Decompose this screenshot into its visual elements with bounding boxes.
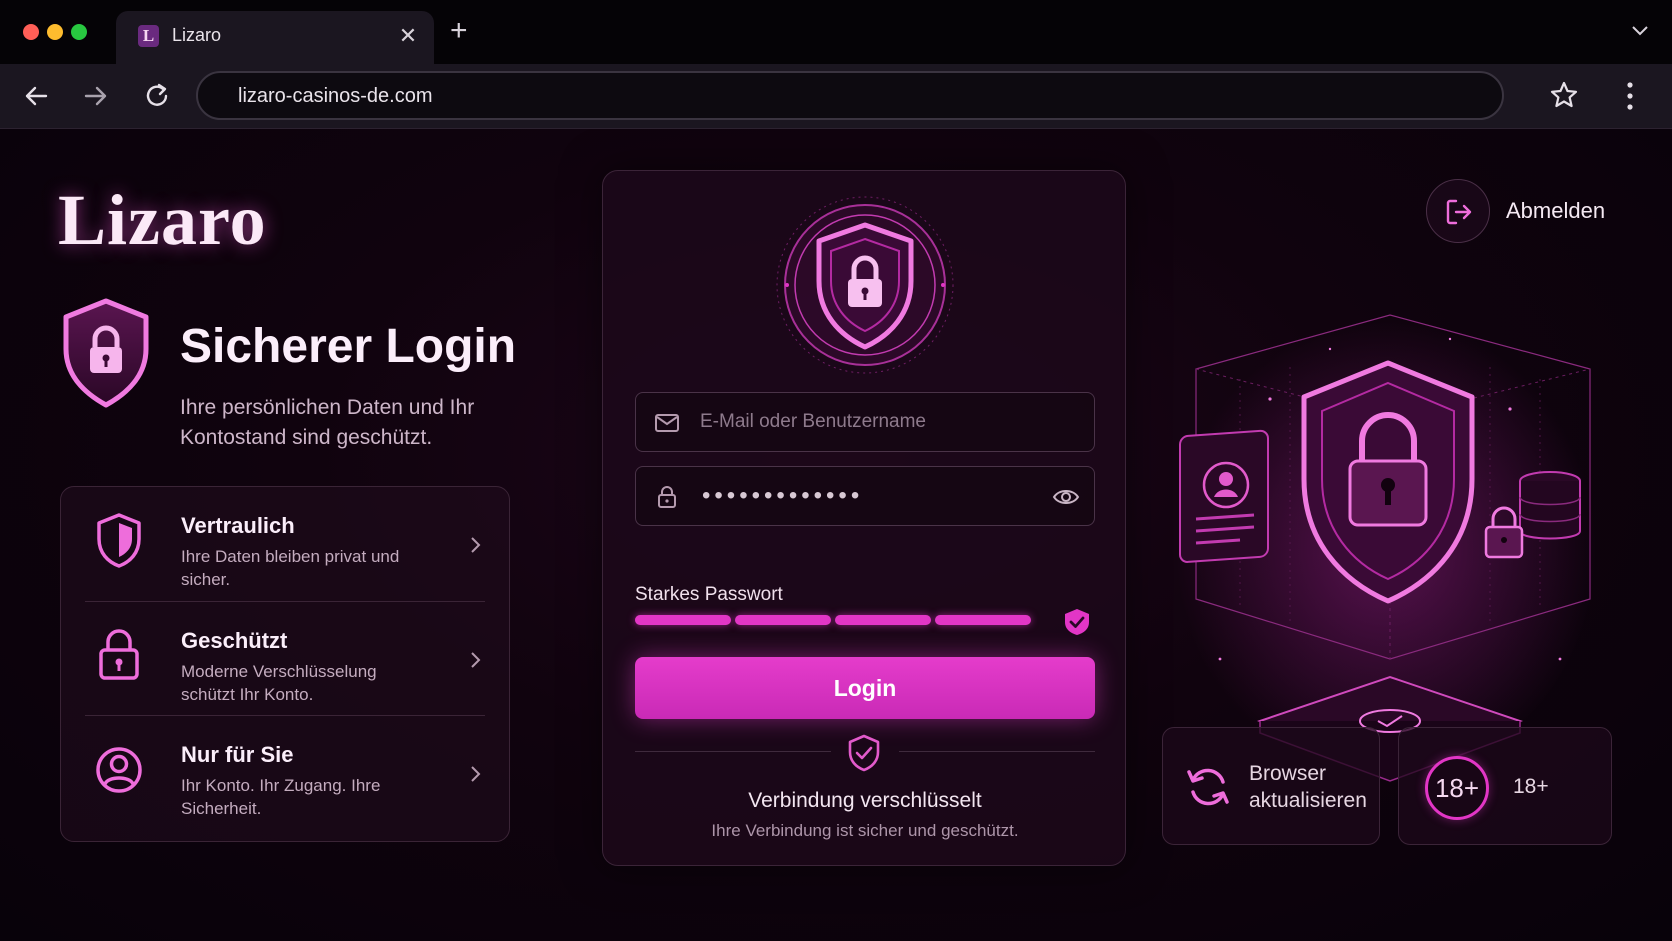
tab-close-icon[interactable]: ✕: [398, 23, 418, 49]
chevron-right-icon: [471, 652, 481, 668]
feature-list: Vertraulich Ihre Daten bleiben privat un…: [60, 486, 510, 842]
feature-description: Ihre Daten bleiben privat und sicher.: [181, 547, 400, 589]
feature-title: Vertraulich: [181, 513, 295, 538]
browser-menu-kebab-icon[interactable]: [1620, 79, 1640, 113]
bookmark-star-icon[interactable]: [1548, 79, 1580, 111]
password-input[interactable]: •••••••••••••: [702, 483, 863, 509]
show-password-eye-icon[interactable]: [1052, 487, 1080, 507]
page-content: Lizaro Sicherer Login Ihre persönlichen …: [0, 129, 1672, 941]
lock-icon: [99, 629, 139, 680]
shield-lock-emblem-icon: [776, 196, 954, 374]
tab-list-chevron-down-icon[interactable]: [1628, 18, 1652, 42]
password-field[interactable]: •••••••••••••: [635, 466, 1095, 526]
browser-tab-bar: L Lizaro ✕ +: [0, 0, 1672, 64]
logout-icon-circle: [1426, 179, 1490, 243]
divider: [635, 751, 831, 752]
address-bar[interactable]: lizaro-casinos-de.com: [196, 71, 1504, 120]
mail-icon: [655, 414, 679, 432]
tab-title: Lizaro: [172, 25, 222, 45]
shield-lock-icon: [63, 298, 149, 408]
shield-icon: [97, 513, 141, 568]
password-strength-segment: [635, 615, 731, 625]
login-card: ••••••••••••• Starkes Passwort Login Ver…: [602, 170, 1126, 866]
feature-item-vertraulich[interactable]: Vertraulich Ihre Daten bleiben privat un…: [85, 487, 485, 601]
feature-description: Moderne Verschlüsselung schützt Ihr Kont…: [181, 662, 377, 704]
encryption-status-subtitle: Ihre Verbindung ist sicher und geschützt…: [711, 821, 1019, 840]
browser-update-tile[interactable]: Browser aktualisieren: [1162, 727, 1380, 845]
favicon-icon: L: [138, 25, 159, 47]
login-button[interactable]: Login: [635, 657, 1095, 719]
page-subtitle: Ihre persönlichen Daten und Ihr Kontosta…: [180, 396, 475, 449]
window-close-button[interactable]: [23, 24, 39, 40]
forward-arrow-icon[interactable]: [80, 80, 112, 112]
page-title: Sicherer Login: [180, 320, 517, 373]
browser-update-label: Browser aktualisieren: [1249, 762, 1367, 812]
browser-toolbar: lizaro-casinos-de.com: [0, 64, 1672, 129]
logout-icon: [1446, 199, 1472, 225]
reload-icon[interactable]: [141, 80, 173, 112]
email-input[interactable]: [700, 407, 1040, 437]
shield-check-icon: [1065, 609, 1089, 635]
feature-title: Geschützt: [181, 628, 288, 653]
feature-item-geschuetzt[interactable]: Geschützt Moderne Verschlüsselung schütz…: [85, 601, 485, 715]
feature-description: Ihr Konto. Ihr Zugang. Ihre Sicherheit.: [181, 776, 381, 818]
password-strength-segment: [835, 615, 931, 625]
email-field[interactable]: [635, 392, 1095, 452]
shield-check-outline-icon: [848, 734, 880, 772]
age-18-badge-icon: 18+: [1425, 756, 1489, 820]
browser-tab-lizaro[interactable]: L Lizaro ✕: [116, 11, 434, 64]
lock-icon: [658, 486, 676, 508]
logout-label: Abmelden: [1506, 198, 1606, 223]
user-icon: [96, 747, 142, 793]
chevron-right-icon: [471, 537, 481, 553]
window-minimize-button[interactable]: [47, 24, 63, 40]
password-strength-segment: [735, 615, 831, 625]
url-text: lizaro-casinos-de.com: [238, 85, 433, 107]
password-strength-label: Starkes Passwort: [635, 584, 783, 605]
feature-title: Nur für Sie: [181, 742, 294, 767]
age-restriction-tile: 18+ 18+: [1398, 727, 1612, 845]
refresh-icon: [1187, 768, 1229, 806]
divider: [899, 751, 1095, 752]
encryption-status-title: Verbindung verschlüsselt: [748, 789, 982, 812]
age-restriction-label: 18+: [1513, 775, 1549, 798]
chevron-right-icon: [471, 766, 481, 782]
back-arrow-icon[interactable]: [20, 80, 52, 112]
feature-item-nur-fuer-sie[interactable]: Nur für Sie Ihr Konto. Ihr Zugang. Ihre …: [85, 715, 485, 829]
brand-logo[interactable]: Lizaro: [58, 179, 267, 262]
password-strength-segment: [935, 615, 1031, 625]
new-tab-plus-icon[interactable]: +: [450, 16, 468, 46]
window-zoom-button[interactable]: [71, 24, 87, 40]
